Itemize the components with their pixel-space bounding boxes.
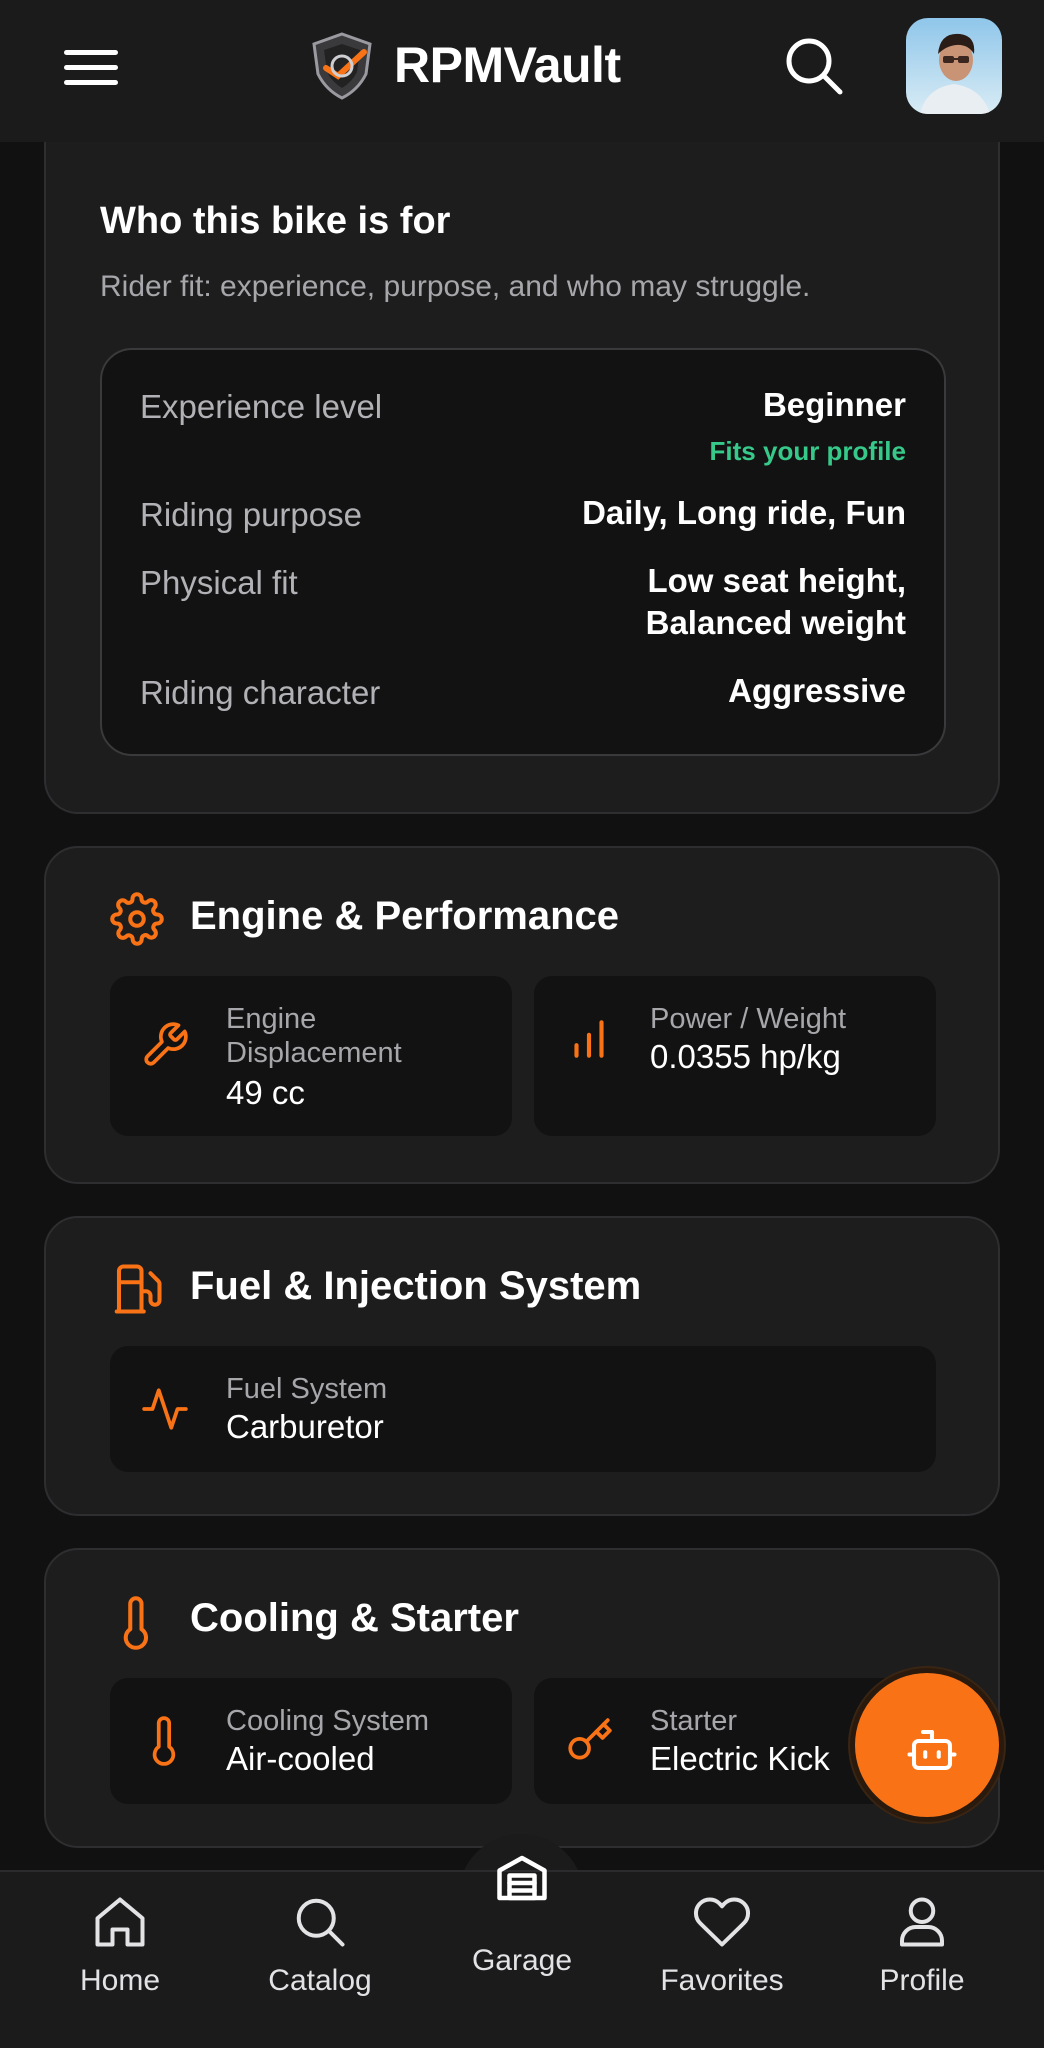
rider-fit-details: Experience level Beginner Fits your prof… bbox=[100, 348, 946, 756]
rider-fit-card: Who this bike is for Rider fit: experien… bbox=[44, 138, 1000, 814]
nav-catalog[interactable]: Catalog bbox=[240, 1892, 400, 2022]
cooling-starter-card: Cooling & Starter Cooling System Air-coo… bbox=[44, 1548, 1000, 1848]
gear-icon bbox=[110, 892, 164, 946]
brand-name: RPMVault bbox=[394, 37, 621, 93]
fuel-pump-icon bbox=[110, 1262, 164, 1316]
engine-displacement-label-line: Displacement bbox=[226, 1037, 402, 1069]
nav-garage-label: Garage bbox=[471, 1944, 573, 1977]
menu-button[interactable] bbox=[64, 50, 118, 86]
nav-catalog-label: Catalog bbox=[268, 1964, 372, 1997]
home-icon bbox=[95, 1897, 145, 1947]
thermometer-icon bbox=[110, 1596, 164, 1650]
avatar[interactable] bbox=[906, 18, 1002, 114]
hamburger-icon-bar bbox=[64, 65, 118, 70]
robot-icon bbox=[907, 1729, 957, 1771]
fuel-system-tile: Fuel System Carburetor bbox=[110, 1346, 936, 1472]
starter-value: Electric Kick bbox=[650, 1740, 830, 1777]
engine-displacement-tile: Engine Displacement 49 cc bbox=[110, 976, 512, 1136]
physical-fit-value-line: Balanced weight bbox=[645, 604, 906, 641]
bar-chart-icon bbox=[564, 1014, 614, 1064]
search-icon bbox=[786, 38, 843, 95]
nav-home[interactable]: Home bbox=[40, 1892, 200, 2022]
riding-character-value: Aggressive bbox=[728, 672, 906, 709]
profile-match-badge: Fits your profile bbox=[709, 436, 906, 466]
page: RPMVault Who this bike is for Rider fit:… bbox=[0, 0, 1044, 2048]
fuel-system-label: Fuel System bbox=[226, 1373, 388, 1405]
user-icon bbox=[900, 1897, 944, 1947]
nav-profile[interactable]: Profile bbox=[842, 1892, 1002, 2022]
heart-icon bbox=[694, 1897, 751, 1947]
engine-displacement-label: Engine Displacement bbox=[226, 1002, 402, 1070]
thermometer-icon bbox=[140, 1716, 190, 1766]
fuel-system-title: Fuel & Injection System bbox=[190, 1264, 642, 1308]
nav-home-label: Home bbox=[79, 1964, 161, 1997]
wrench-icon bbox=[140, 1020, 190, 1070]
garage-icon bbox=[497, 1855, 547, 1901]
nav-favorites-label: Favorites bbox=[660, 1964, 784, 1997]
physical-fit-value: Low seat height, Balanced weight bbox=[646, 560, 906, 644]
power-weight-tile: Power / Weight 0.0355 hp/kg bbox=[534, 976, 936, 1136]
riding-character-label: Riding character bbox=[140, 674, 381, 711]
nav-favorites[interactable]: Favorites bbox=[642, 1892, 802, 2022]
cooling-starter-title: Cooling & Starter bbox=[190, 1596, 519, 1640]
hamburger-icon-bar bbox=[64, 80, 118, 85]
app-header: RPMVault bbox=[0, 0, 1044, 142]
physical-fit-value-line: Low seat height, bbox=[647, 562, 906, 599]
experience-level-label: Experience level bbox=[140, 388, 383, 425]
cooling-system-label: Cooling System bbox=[226, 1705, 430, 1737]
engine-displacement-value: 49 cc bbox=[226, 1074, 305, 1111]
assistant-button[interactable] bbox=[850, 1668, 1004, 1822]
nav-garage[interactable]: Garage bbox=[442, 1848, 602, 1978]
brand-logo bbox=[306, 30, 378, 102]
power-weight-label: Power / Weight bbox=[650, 1003, 847, 1035]
nav-profile-label: Profile bbox=[879, 1964, 965, 1997]
cooling-system-tile: Cooling System Air-cooled bbox=[110, 1678, 512, 1804]
riding-purpose-value: Daily, Long ride, Fun bbox=[582, 494, 906, 531]
key-icon bbox=[564, 1716, 614, 1766]
physical-fit-label: Physical fit bbox=[140, 564, 298, 601]
search-icon bbox=[296, 1898, 345, 1947]
bottom-nav: Home Catalog Garage Favorites Profile bbox=[0, 1855, 1044, 2048]
cooling-system-value: Air-cooled bbox=[226, 1740, 375, 1777]
engine-performance-card: Engine & Performance Engine Displacement… bbox=[44, 846, 1000, 1184]
power-weight-value: 0.0355 hp/kg bbox=[650, 1038, 841, 1075]
engine-performance-title: Engine & Performance bbox=[190, 894, 620, 938]
engine-displacement-label-line: Engine bbox=[226, 1003, 317, 1035]
rider-fit-title: Who this bike is for bbox=[100, 200, 451, 242]
fuel-system-value: Carburetor bbox=[226, 1408, 384, 1445]
experience-level-value: Beginner bbox=[762, 386, 906, 423]
activity-icon bbox=[140, 1384, 190, 1434]
hamburger-icon-bar bbox=[64, 50, 118, 55]
search-button[interactable] bbox=[782, 34, 846, 98]
riding-purpose-label: Riding purpose bbox=[140, 496, 362, 533]
starter-label: Starter bbox=[650, 1705, 738, 1737]
rider-fit-subtitle: Rider fit: experience, purpose, and who … bbox=[100, 270, 811, 303]
fuel-system-card: Fuel & Injection System Fuel System Carb… bbox=[44, 1216, 1000, 1516]
